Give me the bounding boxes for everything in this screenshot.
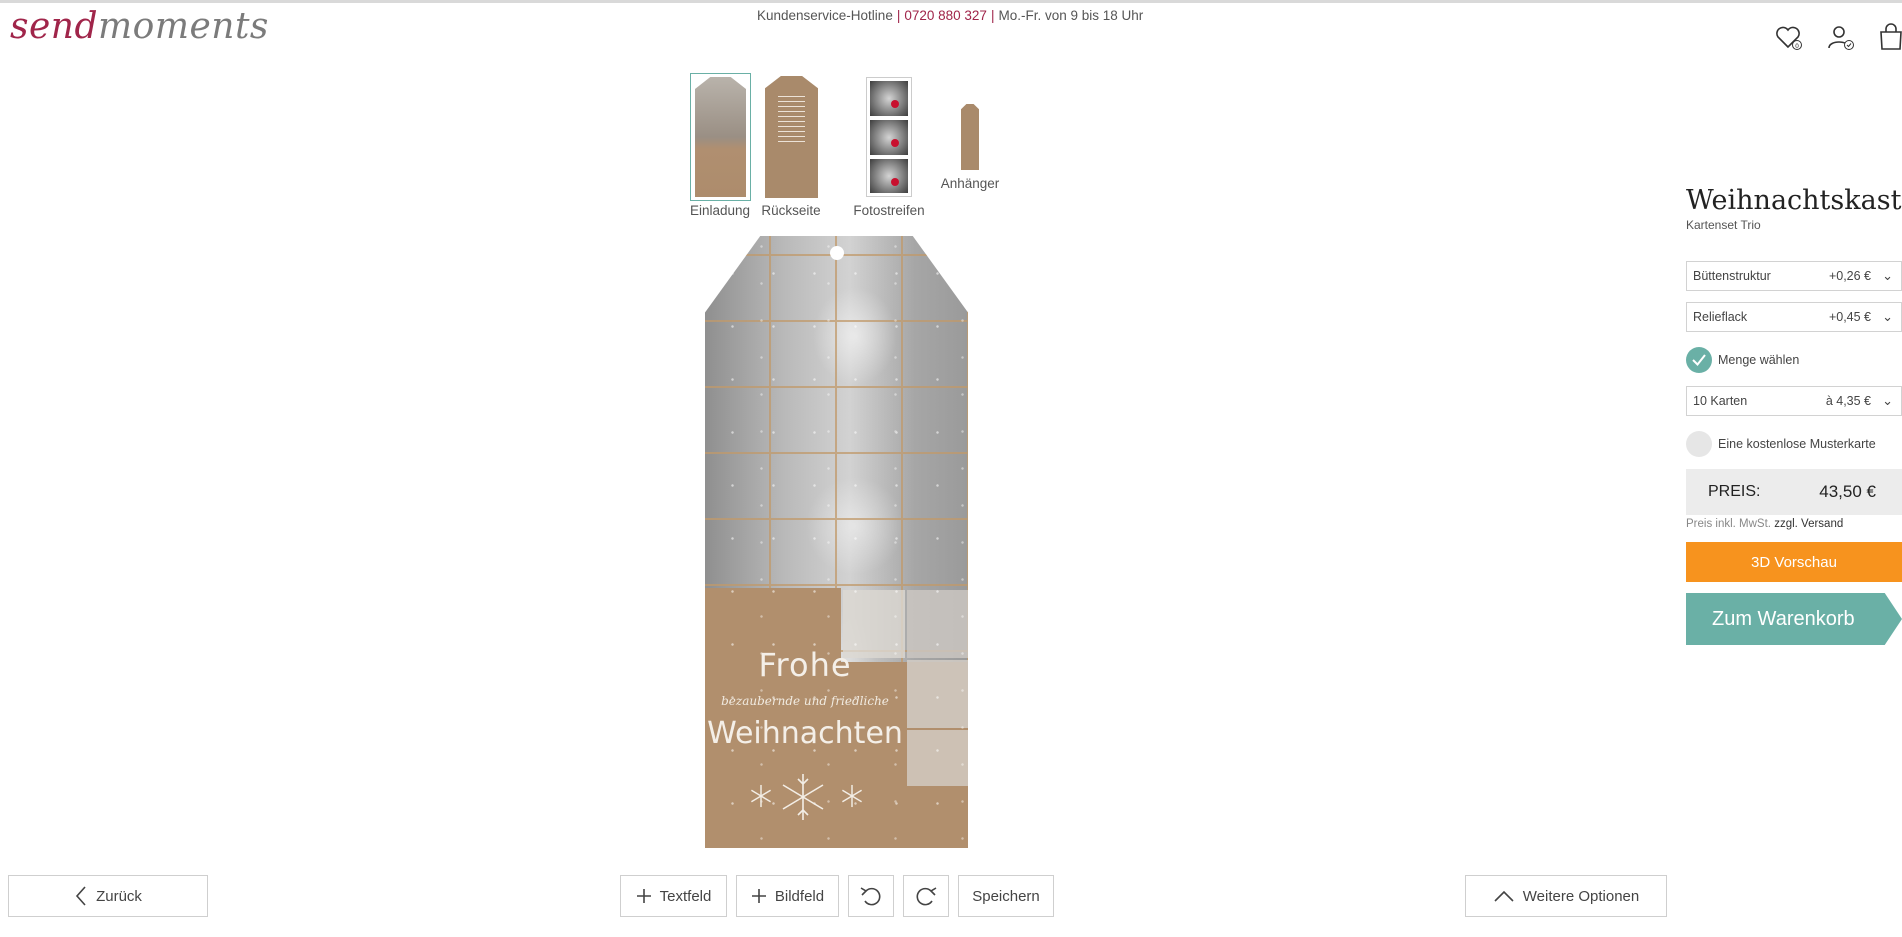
- product-title: Weihnachtskasterl: [1686, 185, 1902, 216]
- option-buettenstruktur[interactable]: Büttenstruktur +0,26 € ⌄: [1686, 261, 1902, 291]
- card-text-frohe[interactable]: Frohe: [705, 646, 905, 684]
- thumb-label-rueckseite: Rückseite: [761, 203, 821, 218]
- heart-icon[interactable]: 0: [1773, 22, 1803, 52]
- add-to-cart-button[interactable]: Zum Warenkorb: [1686, 593, 1902, 645]
- thumb-frame-einladung: [690, 73, 751, 201]
- price-box: PREIS: 43,50 €: [1686, 469, 1902, 515]
- logo[interactable]: sendmoments: [10, 6, 269, 47]
- thumb-image-anhaenger: [961, 104, 979, 170]
- back-button[interactable]: Zurück: [8, 875, 208, 917]
- photo-strip-cell-1: [869, 80, 909, 117]
- price-label: PREIS:: [1708, 483, 1761, 500]
- chevron-up-icon: [1494, 890, 1514, 902]
- checkmark-icon: [1692, 354, 1706, 367]
- snowflake-icon: [782, 774, 824, 820]
- sample-card-checkbox[interactable]: [1686, 431, 1712, 457]
- undo-button[interactable]: [848, 875, 894, 917]
- plus-icon: [636, 889, 651, 903]
- quantity-price: à 4,35 €: [1825, 394, 1871, 408]
- thumb-label-fotostreifen: Fotostreifen: [853, 203, 925, 218]
- hotline-bar: Kundenservice-Hotline | 0720 880 327 | Mo.-F…: [757, 8, 1143, 23]
- option-label: Relieflack: [1693, 310, 1748, 324]
- user-icon[interactable]: [1825, 22, 1855, 52]
- svg-text:0: 0: [1795, 43, 1799, 50]
- photo-strip-cell-2: [869, 119, 909, 156]
- card-preview[interactable]: Frohe bezaubernde und friedliche Weihnac…: [705, 236, 968, 848]
- shopping-bag-icon[interactable]: [1876, 22, 1902, 52]
- add-textfield-button[interactable]: Textfeld: [620, 875, 727, 917]
- shipping-link[interactable]: zzgl. Versand: [1774, 518, 1843, 530]
- thumb-image-rueckseite: [765, 76, 818, 198]
- plus-icon: [751, 889, 766, 903]
- card-punch-hole: [830, 246, 844, 260]
- save-button[interactable]: Speichern: [958, 875, 1054, 917]
- save-label: Speichern: [972, 887, 1040, 905]
- thumb-image-einladung: [695, 77, 746, 197]
- hotline-separator-2: |: [990, 8, 995, 23]
- card-text-weihnachten[interactable]: Weihnachten: [705, 716, 905, 751]
- card-text-subline[interactable]: bezaubernde und friedliche: [705, 694, 905, 708]
- quantity-select[interactable]: 10 Karten à 4,35 € ⌄: [1686, 386, 1902, 416]
- more-options-label: Weitere Optionen: [1522, 887, 1640, 905]
- top-divider: [0, 0, 1902, 3]
- quantity-check-label: Menge wählen: [1718, 353, 1800, 367]
- snow-dots: [705, 236, 968, 848]
- hotline-phone[interactable]: 0720 880 327: [904, 8, 987, 23]
- sample-card-label: Eine kostenlose Musterkarte: [1718, 437, 1876, 451]
- chevron-down-icon: ⌄: [1882, 268, 1893, 283]
- textfield-label: Textfeld: [659, 887, 712, 905]
- chevron-left-icon: [76, 886, 86, 906]
- quantity-label: 10 Karten: [1693, 394, 1748, 408]
- price-note: Preis inkl. MwSt. zzgl. Versand: [1686, 518, 1843, 530]
- product-subtitle: Kartenset Trio: [1686, 218, 1761, 232]
- add-imagefield-button[interactable]: Bildfeld: [736, 875, 839, 917]
- thumb-label-einladung: Einladung: [689, 203, 751, 218]
- back-label: Zurück: [96, 887, 142, 905]
- hotline-separator: |: [896, 8, 901, 23]
- hotline-label: Kundenservice-Hotline: [757, 8, 893, 23]
- redo-icon: [916, 887, 937, 906]
- hotline-hours: Mo.-Fr. von 9 bis 18 Uhr: [998, 8, 1144, 23]
- undo-icon: [860, 887, 881, 906]
- thumb-frame-fotostreifen: [866, 77, 912, 197]
- chevron-down-icon: ⌄: [1882, 393, 1893, 408]
- snowflake-small-icon: [751, 784, 771, 808]
- redo-button[interactable]: [903, 875, 949, 917]
- logo-part-send: send: [10, 6, 99, 47]
- snowflake-small-icon: [842, 784, 862, 808]
- photo-strip-cell-3: [869, 158, 909, 194]
- option-price: +0,45 €: [1828, 310, 1871, 324]
- price-value: 43,50 €: [1819, 482, 1876, 501]
- option-label: Büttenstruktur: [1693, 269, 1771, 283]
- imagefield-label: Bildfeld: [774, 887, 825, 905]
- thumb-label-anhaenger: Anhänger: [940, 176, 1000, 191]
- 3d-preview-button[interactable]: 3D Vorschau: [1686, 542, 1902, 582]
- chevron-down-icon: ⌄: [1882, 309, 1893, 324]
- option-price: +0,26 €: [1828, 269, 1871, 283]
- price-note-text: Preis inkl. MwSt.: [1686, 518, 1771, 530]
- more-options-button[interactable]: Weitere Optionen: [1465, 875, 1667, 917]
- logo-part-moments: moments: [98, 6, 269, 47]
- quantity-checkbox[interactable]: [1686, 347, 1712, 373]
- option-relieflack[interactable]: Relieflack +0,45 € ⌄: [1686, 302, 1902, 332]
